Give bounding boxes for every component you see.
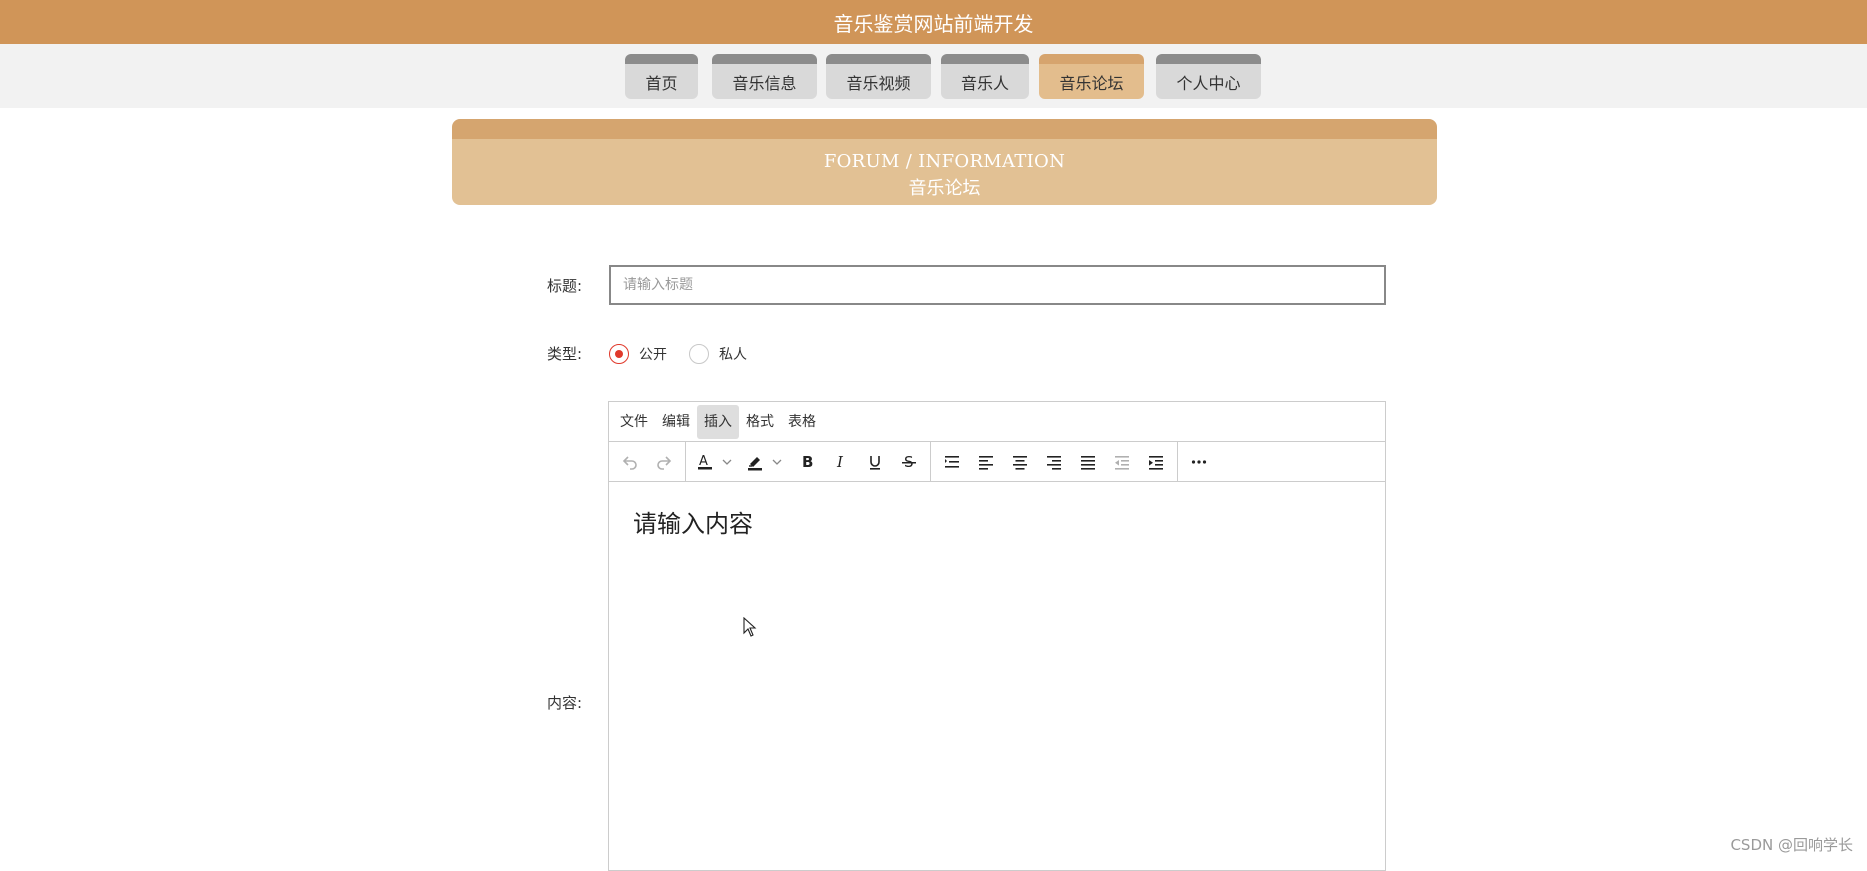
- nav-tab-home[interactable]: 首页: [625, 54, 698, 99]
- nav-bar: 首页 音乐信息 音乐视频 音乐人 音乐论坛 个人中心: [0, 44, 1867, 108]
- bold-icon[interactable]: B: [790, 447, 824, 477]
- text-color-icon[interactable]: A: [690, 447, 740, 477]
- nav-tab-musicians[interactable]: 音乐人: [941, 54, 1029, 99]
- menu-insert[interactable]: 插入: [697, 404, 739, 439]
- nav-tab-label: 首页: [645, 73, 678, 93]
- editor-toolbar: A B I S: [609, 442, 1385, 482]
- svg-text:I: I: [836, 453, 844, 471]
- radio-label: 私人: [719, 347, 747, 363]
- title-input[interactable]: [609, 265, 1386, 305]
- content-label: 内容:: [547, 694, 583, 712]
- editor-content-area[interactable]: 请输入内容: [609, 482, 1385, 561]
- type-radio-group: 公开 私人: [609, 344, 769, 364]
- nav-tab-forum[interactable]: 音乐论坛: [1039, 54, 1144, 99]
- banner-english-title: FORUM / INFORMATION: [823, 151, 1066, 172]
- align-justify-icon[interactable]: [1071, 447, 1105, 477]
- menu-file[interactable]: 文件: [613, 405, 655, 439]
- site-title: 音乐鉴赏网站前端开发: [833, 11, 1034, 36]
- nav-tab-music-info[interactable]: 音乐信息: [712, 54, 817, 99]
- editor-placeholder: 请输入内容: [633, 510, 753, 538]
- editor-menubar: 文件 编辑 插入 格式 表格: [609, 402, 1385, 442]
- site-header: 音乐鉴赏网站前端开发: [0, 0, 1867, 44]
- align-center-icon[interactable]: [1003, 447, 1037, 477]
- nav-tab-label: 音乐论坛: [1059, 73, 1124, 93]
- highlight-color-icon[interactable]: [740, 447, 790, 477]
- align-left-icon[interactable]: [969, 447, 1003, 477]
- nav-tab-label: 音乐人: [960, 73, 1009, 93]
- menu-table[interactable]: 表格: [781, 405, 823, 439]
- svg-text:B: B: [802, 453, 813, 471]
- menu-format[interactable]: 格式: [739, 405, 781, 439]
- menu-edit[interactable]: 编辑: [655, 405, 697, 439]
- svg-text:A: A: [699, 454, 708, 469]
- line-height-icon[interactable]: [935, 447, 969, 477]
- radio-label: 公开: [639, 347, 667, 363]
- section-banner: FORUM / INFORMATION 音乐论坛: [452, 119, 1437, 205]
- radio-checked-icon: [609, 344, 629, 364]
- toolbar-group-more: [1178, 442, 1220, 481]
- nav-tab-label: 个人中心: [1176, 73, 1241, 93]
- banner-chinese-title: 音乐论坛: [908, 178, 981, 199]
- radio-unchecked-icon: [689, 344, 709, 364]
- more-icon[interactable]: [1182, 447, 1216, 477]
- nav-tab-label: 音乐视频: [846, 73, 911, 93]
- nav-tab-label: 音乐信息: [732, 73, 797, 93]
- watermark: CSDN @回响学长: [1730, 836, 1853, 854]
- type-radio-private[interactable]: 私人: [689, 344, 747, 364]
- italic-icon[interactable]: I: [824, 447, 858, 477]
- indent-icon[interactable]: [1139, 447, 1173, 477]
- nav-tab-personal-center[interactable]: 个人中心: [1156, 54, 1261, 99]
- toolbar-group-history: [609, 442, 686, 481]
- redo-icon[interactable]: [647, 447, 681, 477]
- nav-tab-music-video[interactable]: 音乐视频: [826, 54, 931, 99]
- mouse-cursor-icon: [743, 617, 757, 637]
- type-radio-public[interactable]: 公开: [609, 344, 667, 364]
- toolbar-group-paragraph: [931, 442, 1178, 481]
- undo-icon[interactable]: [613, 447, 647, 477]
- title-label: 标题:: [547, 277, 583, 295]
- align-right-icon[interactable]: [1037, 447, 1071, 477]
- type-label: 类型:: [547, 345, 583, 363]
- outdent-icon[interactable]: [1105, 447, 1139, 477]
- rich-text-editor: 文件 编辑 插入 格式 表格 A B I 请输入内容: [608, 401, 1386, 871]
- underline-icon[interactable]: [858, 447, 892, 477]
- strikethrough-icon[interactable]: S: [892, 447, 926, 477]
- toolbar-group-format: A B I S: [686, 442, 931, 481]
